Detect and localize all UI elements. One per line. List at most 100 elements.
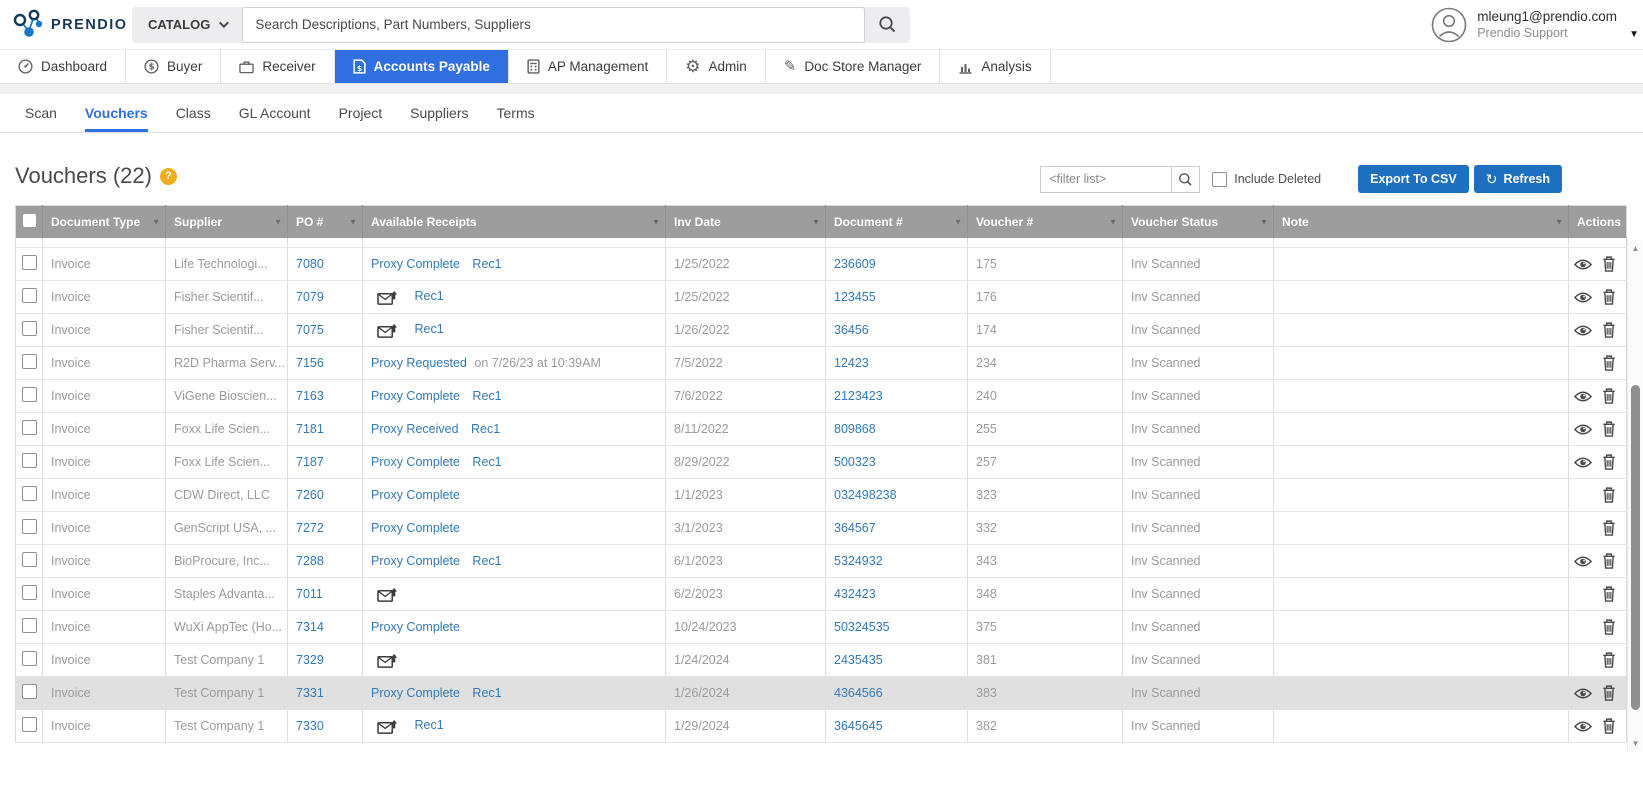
po-link[interactable]: 7331 (296, 686, 324, 700)
document-link[interactable]: 50324535 (834, 620, 890, 634)
document-link[interactable]: 364567 (834, 521, 876, 535)
sort-caret-icon[interactable]: ▼ (1109, 217, 1117, 226)
po-link[interactable]: 7156 (296, 356, 324, 370)
row-checkbox[interactable] (21, 321, 37, 336)
nav-item-buyer[interactable]: $ Buyer (126, 50, 222, 83)
tab-project[interactable]: Project (339, 94, 383, 132)
receipt-status-link[interactable]: Proxy Complete (371, 455, 460, 469)
row-checkbox[interactable] (21, 255, 37, 270)
delete-icon[interactable] (1602, 256, 1616, 272)
document-link[interactable]: 500323 (834, 455, 876, 469)
sort-caret-icon[interactable]: ▼ (1260, 217, 1268, 226)
view-icon[interactable] (1573, 258, 1593, 271)
receipt-upload-icon[interactable] (377, 585, 398, 604)
po-link[interactable]: 7163 (296, 389, 324, 403)
receipt-status-link[interactable]: Proxy Complete (371, 686, 460, 700)
view-icon[interactable] (1573, 555, 1593, 568)
refresh-button[interactable]: ↻ Refresh (1473, 165, 1562, 193)
view-icon[interactable] (1573, 687, 1593, 700)
col-document-num[interactable]: Document # ▼ (825, 205, 968, 238)
delete-icon[interactable] (1602, 355, 1616, 371)
row-checkbox[interactable] (21, 354, 37, 369)
po-link[interactable]: 7079 (296, 290, 324, 304)
row-checkbox[interactable] (21, 618, 37, 633)
po-link[interactable]: 7314 (296, 620, 324, 634)
tab-vouchers[interactable]: Vouchers (84, 94, 148, 132)
document-link[interactable]: 3645645 (834, 719, 883, 733)
delete-icon[interactable] (1602, 421, 1616, 437)
receipt-status-link[interactable]: Proxy Complete (371, 488, 460, 502)
sort-caret-icon[interactable]: ▼ (812, 217, 820, 226)
document-link[interactable]: 432423 (834, 587, 876, 601)
tab-terms[interactable]: Terms (497, 94, 535, 132)
nav-item-doc-store-manager[interactable]: ✎ Doc Store Manager (766, 50, 941, 83)
nav-item-ap-management[interactable]: AP Management (509, 50, 668, 83)
export-csv-button[interactable]: Export To CSV (1358, 165, 1469, 193)
receipt-rec-link[interactable]: Rec1 (414, 322, 443, 336)
row-checkbox[interactable] (21, 552, 37, 567)
receipt-rec-link[interactable]: Rec1 (472, 455, 501, 469)
row-checkbox[interactable] (21, 486, 37, 501)
receipt-status-link[interactable]: Proxy Complete (371, 620, 460, 634)
col-voucher-status[interactable]: Voucher Status ▼ (1122, 205, 1274, 238)
filter-search-button[interactable] (1172, 165, 1201, 193)
document-link[interactable]: 2123423 (834, 389, 883, 403)
receipt-rec-link[interactable]: Rec1 (414, 718, 443, 732)
delete-icon[interactable] (1602, 553, 1616, 569)
po-link[interactable]: 7330 (296, 719, 324, 733)
receipt-upload-icon[interactable] (377, 288, 398, 307)
receipt-status-link[interactable]: Proxy Complete (371, 257, 460, 271)
col-note[interactable]: Note ▼ (1273, 205, 1569, 238)
document-link[interactable]: 12423 (834, 356, 869, 370)
sort-caret-icon[interactable]: ▼ (274, 217, 282, 226)
po-link[interactable]: 7187 (296, 455, 324, 469)
scrollbar-thumb[interactable] (1631, 385, 1640, 710)
col-voucher-num[interactable]: Voucher # ▼ (967, 205, 1123, 238)
user-caret-icon[interactable]: ▼ (1629, 29, 1639, 40)
receipt-rec-link[interactable]: Rec1 (472, 257, 501, 271)
document-link[interactable]: 36456 (834, 323, 869, 337)
view-icon[interactable] (1573, 720, 1593, 733)
receipt-upload-icon[interactable] (377, 651, 398, 670)
receipt-rec-link[interactable]: Rec1 (472, 554, 501, 568)
col-available-receipts[interactable]: Available Receipts ▼ (362, 205, 666, 238)
sort-caret-icon[interactable]: ▼ (349, 217, 357, 226)
row-checkbox[interactable] (21, 288, 37, 303)
delete-icon[interactable] (1602, 652, 1616, 668)
sort-caret-icon[interactable]: ▼ (152, 217, 160, 226)
po-link[interactable]: 7075 (296, 323, 324, 337)
delete-icon[interactable] (1602, 487, 1616, 503)
receipt-rec-link[interactable]: Rec1 (472, 686, 501, 700)
document-link[interactable]: 5324932 (834, 554, 883, 568)
nav-item-accounts-payable[interactable]: $ Accounts Payable (334, 50, 509, 83)
row-checkbox[interactable] (21, 453, 37, 468)
receipt-status-link[interactable]: Proxy Complete (371, 521, 460, 535)
receipt-status-link[interactable]: Proxy Requested (371, 356, 467, 370)
select-all-checkbox[interactable] (22, 213, 36, 227)
include-deleted-toggle[interactable]: Include Deleted (1212, 171, 1321, 187)
po-link[interactable]: 7329 (296, 653, 324, 667)
document-link[interactable]: 2435435 (834, 653, 883, 667)
receipt-status-link[interactable]: Proxy Complete (371, 389, 460, 403)
po-link[interactable]: 7181 (296, 422, 324, 436)
delete-icon[interactable] (1602, 289, 1616, 305)
row-checkbox[interactable] (21, 651, 37, 666)
user-menu[interactable]: mleung1@prendio.com Prendio Support (1431, 7, 1617, 43)
nav-item-analysis[interactable]: Analysis (940, 50, 1051, 83)
po-link[interactable]: 7288 (296, 554, 324, 568)
sort-caret-icon[interactable]: ▼ (1555, 217, 1563, 226)
delete-icon[interactable] (1602, 619, 1616, 635)
nav-item-dashboard[interactable]: Dashboard (0, 50, 127, 83)
global-search-input[interactable] (242, 6, 866, 43)
delete-icon[interactable] (1602, 685, 1616, 701)
include-deleted-checkbox[interactable] (1212, 171, 1228, 187)
view-icon[interactable] (1573, 423, 1593, 436)
col-po[interactable]: PO # ▼ (287, 205, 363, 238)
document-link[interactable]: 123455 (834, 290, 876, 304)
scroll-down-arrow[interactable]: ▼ (1628, 739, 1643, 748)
view-icon[interactable] (1573, 324, 1593, 337)
catalog-dropdown[interactable]: CATALOG (132, 6, 243, 43)
delete-icon[interactable] (1602, 586, 1616, 602)
global-search-button[interactable] (865, 6, 911, 43)
receipt-status-link[interactable]: Proxy Complete (371, 554, 460, 568)
